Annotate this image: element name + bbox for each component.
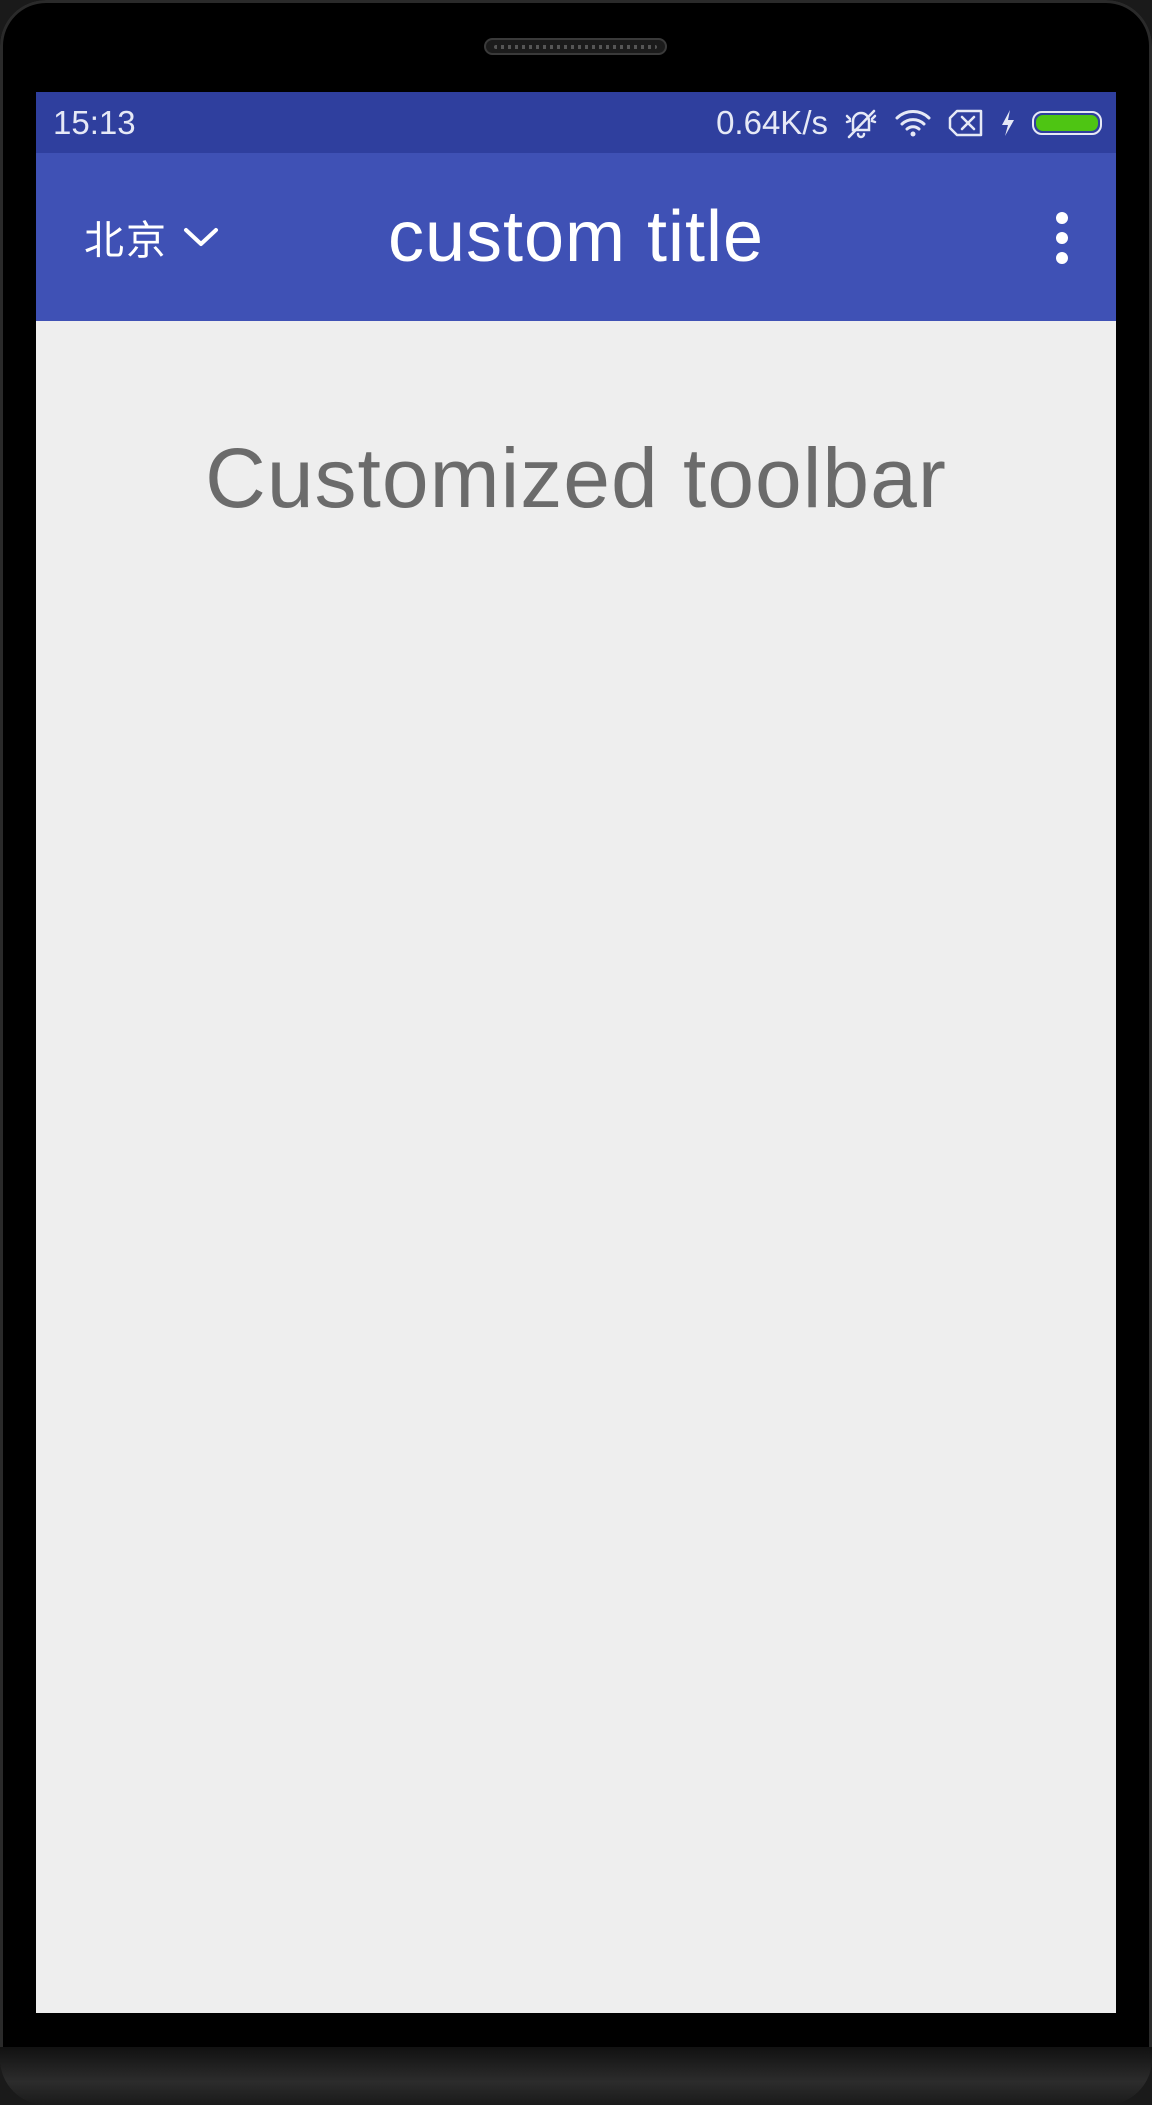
bottom-bezel xyxy=(0,2047,1152,2105)
battery-icon xyxy=(1032,111,1102,135)
speaker-grille xyxy=(484,38,667,55)
wifi-icon xyxy=(894,108,932,138)
status-indicators: 0.64K/s xyxy=(716,100,1102,146)
content-text: Customized toolbar xyxy=(205,431,947,525)
screen: 15:13 0.64K/s 北京 custom title Customized… xyxy=(36,92,1116,2013)
no-sim-icon xyxy=(948,109,984,137)
toolbar-title: custom title xyxy=(387,197,765,277)
more-vert-icon[interactable] xyxy=(1054,211,1070,265)
network-speed: 0.64K/s xyxy=(716,104,828,141)
charging-icon xyxy=(1000,109,1016,137)
phone-frame: 15:13 0.64K/s 北京 custom title Customized… xyxy=(0,0,1152,2105)
status-bar: 15:13 0.64K/s xyxy=(36,92,1116,153)
status-time: 15:13 xyxy=(53,104,136,141)
silent-icon xyxy=(844,106,878,140)
battery-level xyxy=(1036,115,1098,131)
toolbar: 北京 custom title xyxy=(36,153,1116,321)
